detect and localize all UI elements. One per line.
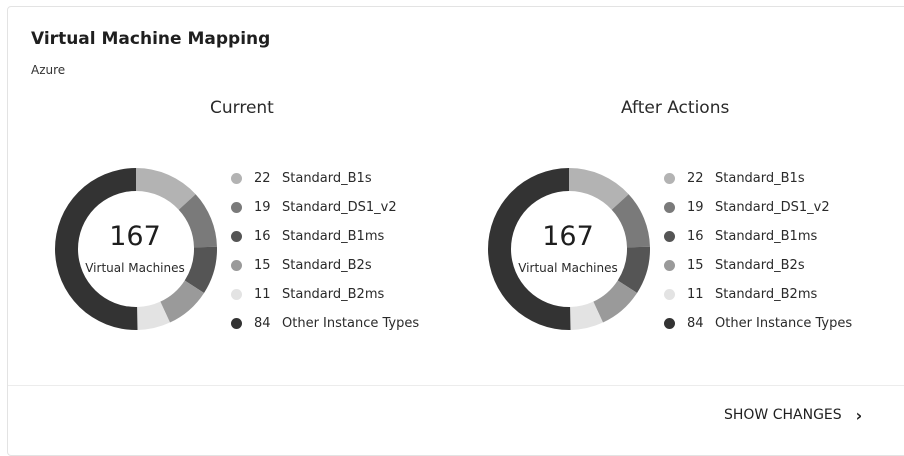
show-changes-label: SHOW CHANGES — [724, 407, 842, 423]
legend-dot-icon — [231, 289, 242, 300]
legend-label: Standard_B1s — [715, 171, 805, 186]
legend-dot-icon — [664, 289, 675, 300]
legend-item[interactable]: 19 Standard_DS1_v2 — [664, 193, 852, 222]
legend-item[interactable]: 16 Standard_B1ms — [664, 222, 852, 251]
panel-title-current: Current — [210, 98, 274, 118]
legend-item[interactable]: 19 Standard_DS1_v2 — [231, 193, 419, 222]
legend-label: Standard_B1ms — [282, 229, 385, 244]
total-label-current: Virtual Machines — [85, 261, 185, 275]
legend-dot-icon — [231, 231, 242, 242]
legend-dot-icon — [664, 173, 675, 184]
legend-count: 22 — [687, 171, 704, 186]
legend-item[interactable]: 15 Standard_B2s — [231, 251, 419, 280]
legend-count: 84 — [687, 316, 704, 331]
legend-item[interactable]: 11 Standard_B2ms — [664, 280, 852, 309]
legend-dot-icon — [664, 260, 675, 271]
legend-count: 22 — [254, 171, 271, 186]
total-label-after-actions: Virtual Machines — [518, 261, 618, 275]
legend-item[interactable]: 22 Standard_B1s — [664, 164, 852, 193]
total-count-after-actions: 167 — [542, 221, 594, 252]
widget-title: Virtual Machine Mapping — [31, 29, 271, 49]
legend-label: Standard_DS1_v2 — [715, 200, 830, 215]
legend-label: Standard_B2ms — [715, 287, 818, 302]
legend-count: 15 — [687, 258, 704, 273]
legend-count: 19 — [254, 200, 271, 215]
legend-count: 84 — [254, 316, 271, 331]
legend-label: Standard_B2s — [282, 258, 372, 273]
legend-item[interactable]: 84 Other Instance Types — [231, 309, 419, 338]
footer-divider — [8, 385, 904, 386]
vm-mapping-card: Virtual Machine Mapping Azure Current 16… — [7, 6, 904, 456]
legend-count: 16 — [254, 229, 271, 244]
legend-count: 15 — [254, 258, 271, 273]
legend-after-actions: 22 Standard_B1s 19 Standard_DS1_v2 16 Standar… — [664, 164, 852, 338]
chevron-right-icon: › — [855, 405, 863, 425]
legend-current: 22 Standard_B1s 19 Standard_DS1_v2 16 Standar… — [231, 164, 419, 338]
legend-count: 19 — [687, 200, 704, 215]
widget-subtitle: Azure — [31, 63, 66, 77]
legend-label: Other Instance Types — [282, 316, 420, 331]
legend-item[interactable]: 22 Standard_B1s — [231, 164, 419, 193]
show-changes-button[interactable]: SHOW CHANGES › — [708, 399, 862, 431]
legend-label: Standard_B1ms — [715, 229, 818, 244]
legend-item[interactable]: 15 Standard_B2s — [664, 251, 852, 280]
legend-count: 11 — [254, 287, 271, 302]
legend-dot-icon — [664, 318, 675, 329]
legend-label: Other Instance Types — [715, 316, 853, 331]
legend-item[interactable]: 16 Standard_B1ms — [231, 222, 419, 251]
legend-dot-icon — [664, 231, 675, 242]
legend-item[interactable]: 84 Other Instance Types — [664, 309, 852, 338]
panel-title-after-actions: After Actions — [621, 98, 730, 118]
legend-dot-icon — [231, 260, 242, 271]
legend-dot-icon — [664, 202, 675, 213]
total-count-current: 167 — [109, 221, 161, 252]
legend-item[interactable]: 11 Standard_B2ms — [231, 280, 419, 309]
legend-count: 16 — [687, 229, 704, 244]
legend-label: Standard_DS1_v2 — [282, 200, 397, 215]
legend-label: Standard_B1s — [282, 171, 372, 186]
legend-label: Standard_B2ms — [282, 287, 385, 302]
legend-dot-icon — [231, 173, 242, 184]
legend-dot-icon — [231, 318, 242, 329]
legend-dot-icon — [231, 202, 242, 213]
legend-count: 11 — [687, 287, 704, 302]
legend-label: Standard_B2s — [715, 258, 805, 273]
